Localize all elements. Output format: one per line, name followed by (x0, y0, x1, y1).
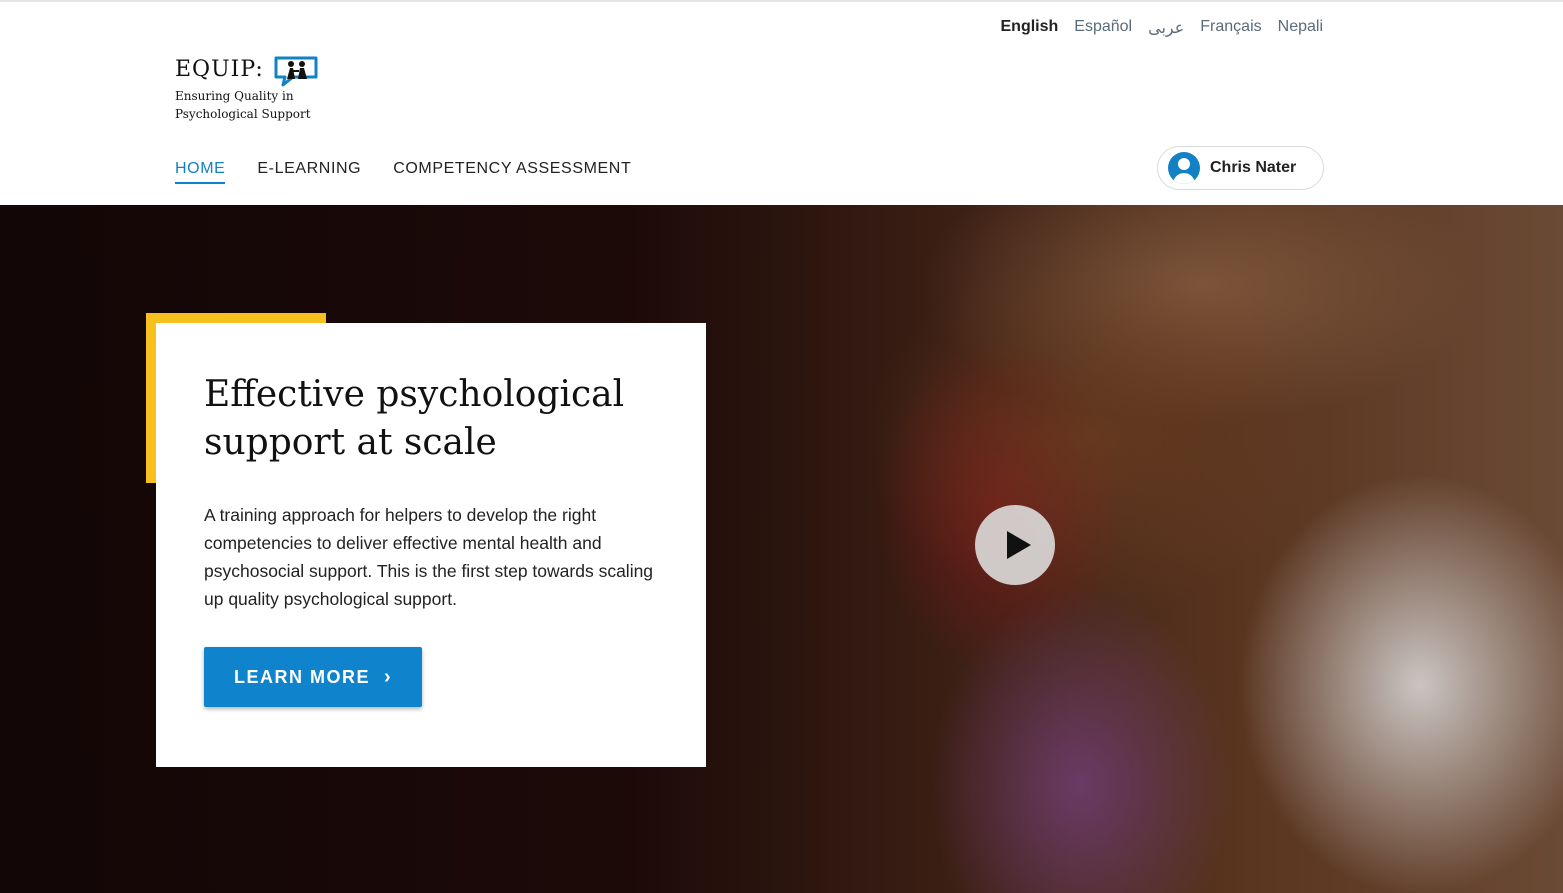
site-logo[interactable]: EQUIP: Ensuring Quality in Psychological… (175, 56, 325, 127)
logo-subtitle: Ensuring Quality in Psychological Suppor… (175, 87, 311, 123)
hero-description: A training approach for helpers to devel… (204, 505, 654, 609)
logo-title: EQUIP: (175, 57, 264, 82)
lang-arabic[interactable]: عربى (1148, 18, 1184, 38)
chevron-right-icon: › (384, 665, 393, 688)
logo-subtitle-line1: Ensuring Quality in (175, 89, 294, 103)
learn-more-label: LEARN MORE (234, 666, 370, 687)
nav-home[interactable]: HOME (175, 160, 226, 184)
nav-elearning[interactable]: E-LEARNING (257, 160, 361, 184)
logo-subtitle-line2: Psychological Support (175, 107, 311, 121)
language-switcher: English Español عربى Français Nepali (1001, 18, 1324, 38)
hero-title: Effective psychological support at scale (204, 371, 658, 467)
user-menu-button[interactable]: Chris Nater (1157, 146, 1324, 190)
top-border (0, 0, 1563, 2)
lang-english[interactable]: English (1001, 18, 1059, 38)
nav-competency-assessment[interactable]: COMPETENCY ASSESSMENT (393, 160, 631, 184)
hero-title-line1: Effective psychological (204, 374, 625, 415)
lang-francais[interactable]: Français (1200, 18, 1261, 38)
speech-bubble-people-icon (274, 56, 318, 87)
play-icon (1007, 531, 1031, 559)
user-name: Chris Nater (1210, 159, 1297, 176)
main-nav: HOME E-LEARNING COMPETENCY ASSESSMENT (175, 160, 631, 184)
hero-banner: Effective psychological support at scale… (0, 205, 1563, 893)
hero-card: Effective psychological support at scale… (156, 323, 706, 767)
lang-espanol[interactable]: Español (1074, 18, 1132, 38)
learn-more-button[interactable]: LEARN MORE › (204, 647, 423, 707)
lang-nepali[interactable]: Nepali (1278, 18, 1323, 38)
user-circle-icon (1168, 152, 1200, 184)
video-play-button[interactable] (975, 505, 1055, 585)
hero-title-line2: support at scale (204, 422, 497, 463)
